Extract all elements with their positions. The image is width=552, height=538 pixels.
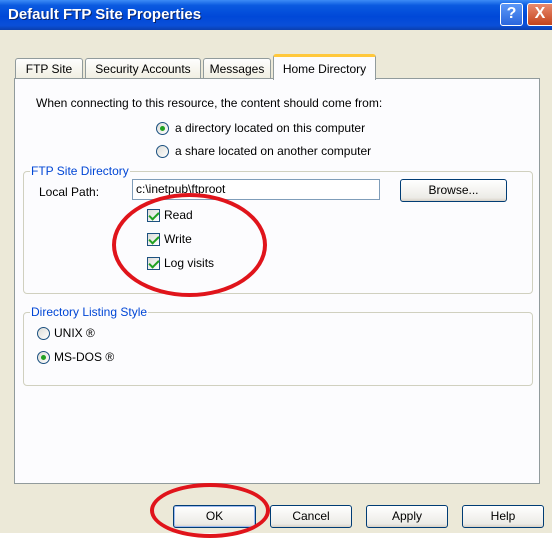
ftp-site-directory-legend: FTP Site Directory	[30, 164, 130, 178]
apply-button[interactable]: Apply	[366, 505, 448, 528]
local-path-label: Local Path:	[39, 185, 100, 199]
tab-panel: When connecting to this resource, the co…	[14, 78, 540, 484]
annotation-ring-permissions	[112, 193, 267, 297]
cancel-button[interactable]: Cancel	[270, 505, 352, 528]
radio-unix-label[interactable]: UNIX ®	[54, 326, 95, 340]
tab-home-directory[interactable]: Home Directory	[273, 54, 376, 80]
window-title: Default FTP Site Properties	[8, 6, 202, 23]
content-source-prompt: When connecting to this resource, the co…	[36, 96, 383, 110]
help-title-button[interactable]: ?	[500, 3, 523, 26]
radio-network-share-label[interactable]: a share located on another computer	[175, 144, 371, 158]
directory-listing-style-legend: Directory Listing Style	[30, 305, 149, 319]
radio-unix[interactable]	[37, 327, 50, 340]
tab-messages[interactable]: Messages	[203, 58, 271, 78]
ftp-site-directory-group: FTP Site Directory Local Path: c:\inetpu…	[23, 164, 533, 294]
radio-ms-dos-label[interactable]: MS-DOS ®	[54, 350, 114, 364]
radio-ms-dos[interactable]	[37, 351, 50, 364]
tab-security-accounts[interactable]: Security Accounts	[85, 58, 201, 78]
annotation-ring-ok	[150, 483, 270, 538]
tab-ftp-site[interactable]: FTP Site	[15, 58, 83, 78]
radio-local-directory-label[interactable]: a directory located on this computer	[175, 121, 365, 135]
radio-network-share[interactable]	[156, 145, 169, 158]
close-title-button[interactable]: X	[527, 3, 552, 26]
directory-listing-style-group: Directory Listing Style UNIX ® MS-DOS ®	[23, 305, 533, 386]
title-bar[interactable]: Default FTP Site Properties ? X	[0, 0, 552, 30]
help-button[interactable]: Help	[462, 505, 544, 528]
radio-local-directory[interactable]	[156, 122, 169, 135]
browse-button[interactable]: Browse...	[400, 179, 507, 202]
